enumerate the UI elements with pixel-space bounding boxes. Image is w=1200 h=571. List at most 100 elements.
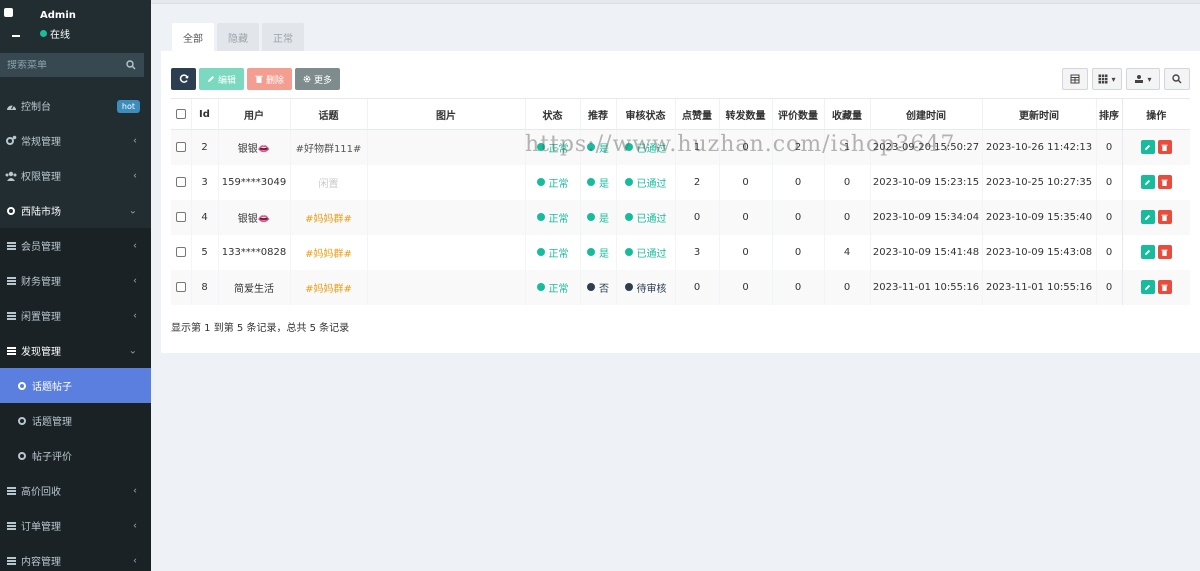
- cell-image: [366, 164, 525, 200]
- row-edit-button[interactable]: [1140, 175, 1155, 189]
- sidebar-item-topic-posts[interactable]: 话题帖子: [0, 368, 151, 403]
- row-delete-button[interactable]: [1157, 280, 1172, 294]
- recommend-badge[interactable]: 是: [587, 210, 609, 225]
- audit-badge[interactable]: 已通过: [624, 175, 667, 190]
- row-delete-button[interactable]: [1157, 245, 1172, 259]
- audit-badge[interactable]: 待审核: [624, 280, 667, 295]
- row-checkbox[interactable]: [175, 141, 186, 152]
- row-checkbox[interactable]: [175, 281, 186, 292]
- recommend-badge[interactable]: 是: [587, 140, 609, 155]
- col-header-favorites[interactable]: 收藏量: [823, 98, 870, 130]
- cell-status: 正常: [524, 129, 580, 165]
- row-edit-button[interactable]: [1140, 210, 1155, 224]
- col-header-created[interactable]: 创建时间: [869, 98, 982, 130]
- recommend-badge[interactable]: 是: [587, 245, 609, 260]
- row-edit-button[interactable]: [1140, 280, 1155, 294]
- row-delete-button[interactable]: [1157, 175, 1172, 189]
- search-button[interactable]: [1164, 68, 1190, 90]
- recommend-label: 是: [599, 248, 609, 260]
- search-icon[interactable]: [118, 53, 144, 77]
- col-header-sort[interactable]: 排序: [1095, 98, 1122, 130]
- tab-all[interactable]: 全部: [172, 23, 214, 51]
- row-select-cell: [171, 165, 191, 200]
- cell-id: 8: [190, 269, 218, 305]
- cell-recommend: 是: [579, 164, 616, 200]
- table-row[interactable]: 4 银银👄 #妈妈群# 正常是已通过 0 0 0 0 2023-10-09 15:34:04 20…: [171, 199, 1190, 235]
- row-edit-button[interactable]: [1140, 245, 1155, 259]
- row-edit-button[interactable]: [1140, 140, 1155, 155]
- sidebar-item-topic-manage[interactable]: 话题管理: [0, 403, 151, 438]
- menu-search-input[interactable]: [0, 59, 118, 71]
- row-delete-button[interactable]: [1157, 210, 1172, 224]
- table-row[interactable]: 2 银银👄 #好物群111# 正常是已通过 1 0 2 1 2023-09-20 15:50:2…: [171, 129, 1190, 165]
- sidebar-item-post-reviews[interactable]: 帖子评价: [0, 438, 151, 473]
- circle-icon: [16, 450, 28, 462]
- cell-user: 133****0828: [217, 234, 290, 270]
- sidebar-item-finance[interactable]: 财务管理 ‹: [0, 263, 151, 298]
- table-header-row: Id 用户 话题 图片 状态 推荐 审核状态 点赞量 转发数量 评价数量 收藏量…: [171, 98, 1190, 130]
- recommend-badge[interactable]: 否: [587, 280, 609, 295]
- sidebar-item-xilu-market[interactable]: 西陆市场 ⌄: [0, 193, 151, 228]
- status-badge[interactable]: 正常: [536, 210, 569, 225]
- export-button[interactable]: ▾: [1126, 68, 1160, 90]
- select-all-checkbox[interactable]: [175, 108, 186, 119]
- row-checkbox[interactable]: [175, 176, 186, 187]
- status-badge[interactable]: 正常: [536, 140, 569, 155]
- col-header-reviews[interactable]: 评价数量: [771, 98, 824, 130]
- delete-button[interactable]: 删除: [247, 68, 293, 90]
- more-button[interactable]: 更多: [295, 68, 341, 90]
- audit-badge[interactable]: 已通过: [624, 210, 667, 225]
- col-header-recommend[interactable]: 推荐: [579, 98, 616, 130]
- tab-normal[interactable]: 正常: [262, 23, 304, 51]
- sidebar-item-general[interactable]: 常规管理 ‹: [0, 123, 151, 158]
- recommend-badge[interactable]: 是: [587, 175, 609, 190]
- col-header-audit[interactable]: 审核状态: [615, 98, 675, 130]
- col-header-likes[interactable]: 点赞量: [674, 98, 719, 130]
- toggle-view-button[interactable]: [1062, 68, 1088, 90]
- edit-button[interactable]: 编辑: [199, 68, 245, 90]
- status-badge[interactable]: 正常: [536, 245, 569, 260]
- table-row[interactable]: 5 133****0828 #妈妈群# 正常是已通过 3 0 0 4 2023-10-09 15…: [171, 234, 1190, 270]
- status-badge[interactable]: 正常: [536, 175, 569, 190]
- cell-sort: 0: [1095, 234, 1122, 270]
- col-header-id[interactable]: Id: [190, 98, 218, 130]
- circle-icon: [16, 380, 28, 392]
- sidebar-item-recycle[interactable]: 高价回收 ‹: [0, 473, 151, 508]
- row-checkbox[interactable]: [175, 211, 186, 222]
- cell-actions: [1121, 234, 1190, 270]
- col-header-status[interactable]: 状态: [524, 98, 580, 130]
- sidebar-item-discover[interactable]: 发现管理 ⌄: [0, 333, 151, 368]
- sidebar-item-content[interactable]: 内容管理 ‹: [0, 543, 151, 571]
- col-header-shares[interactable]: 转发数量: [718, 98, 772, 130]
- col-header-user[interactable]: 用户: [217, 98, 290, 130]
- table-row[interactable]: 8 简爱生活 #妈妈群# 正常否待审核 0 0 0 0 2023-11-01 10:55:16 2…: [171, 269, 1190, 305]
- cell-topic: #妈妈群#: [289, 269, 367, 305]
- cell-actions: [1121, 269, 1190, 305]
- sidebar-item-orders[interactable]: 订单管理 ‹: [0, 508, 151, 543]
- status-badge[interactable]: 正常: [536, 280, 569, 295]
- columns-button[interactable]: ▾: [1092, 68, 1122, 90]
- audit-badge[interactable]: 已通过: [624, 245, 667, 260]
- sidebar-item-dashboard[interactable]: 控制台 hot: [0, 88, 151, 123]
- col-header-topic[interactable]: 话题: [289, 98, 367, 130]
- toolbar: 编辑 删除 更多: [171, 68, 341, 90]
- trash-icon: [1161, 144, 1168, 151]
- table-row[interactable]: 3 159****3049 闲置 正常是已通过 2 0 0 0 2023-10-09 15:23…: [171, 164, 1190, 200]
- col-header-updated[interactable]: 更新时间: [981, 98, 1096, 130]
- sidebar-item-members[interactable]: 会员管理 ‹: [0, 228, 151, 263]
- sidebar-item-permissions[interactable]: 权限管理 ‹: [0, 158, 151, 193]
- audit-dot-icon: [624, 178, 633, 186]
- group-icon: [5, 170, 17, 182]
- cell-status: 正常: [524, 199, 580, 235]
- tab-hidden[interactable]: 隐藏: [217, 23, 259, 51]
- audit-badge[interactable]: 已通过: [624, 140, 667, 155]
- col-header-image[interactable]: 图片: [366, 98, 525, 130]
- row-checkbox[interactable]: [175, 246, 186, 257]
- cell-favorites: 4: [823, 234, 870, 270]
- cell-likes: 3: [674, 234, 719, 270]
- trash-icon: [1161, 214, 1168, 221]
- status-label: 正常: [548, 283, 569, 295]
- refresh-button[interactable]: [171, 68, 196, 90]
- sidebar-item-idle[interactable]: 闲置管理 ‹: [0, 298, 151, 333]
- row-delete-button[interactable]: [1157, 140, 1172, 155]
